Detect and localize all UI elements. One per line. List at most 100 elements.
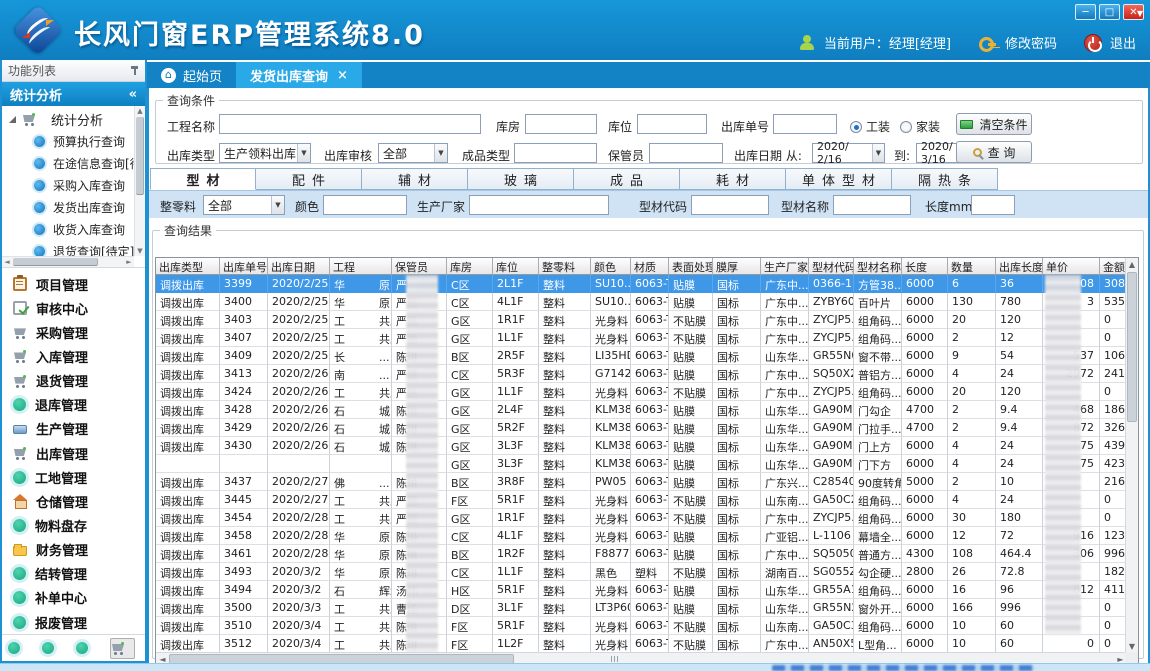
- column-header-保管员[interactable]: 保管员: [392, 258, 447, 275]
- sidebar-item-物料盘存[interactable]: 物料盘存: [2, 513, 145, 537]
- outbound-order-input[interactable]: [773, 114, 837, 134]
- outbound-type-combo[interactable]: 生产领料出库▼: [219, 143, 311, 163]
- product-type-input[interactable]: [514, 143, 597, 163]
- table-row[interactable]: 调拨出库34132020/2/26南...严思C区5R3F整料G71422606…: [156, 365, 1127, 383]
- project-name-input[interactable]: [219, 114, 481, 134]
- column-header-长度[interactable]: 长度: [902, 258, 948, 275]
- sidebar-item-退库管理[interactable]: 退库管理: [2, 393, 145, 417]
- sidebar-item-报废管理[interactable]: 报废管理: [2, 610, 145, 634]
- color-input[interactable]: [323, 195, 407, 215]
- table-row[interactable]: 调拨出库34242020/2/26工共工程严思G区1L1F整料光身料6063-T…: [156, 383, 1127, 401]
- warehouse-input[interactable]: [525, 114, 597, 134]
- tree-item-发货出库查询[interactable]: 发货出库查询: [2, 196, 134, 218]
- material-tab-耗材[interactable]: 耗材: [680, 168, 786, 190]
- material-tab-成品[interactable]: 成品: [574, 168, 680, 190]
- table-row[interactable]: 调拨出库34282020/2/26石城陈琳G区2L4F整料KLM38176063…: [156, 401, 1127, 419]
- table-row[interactable]: 调拨出库34372020/2/27佛...陈琳B区3R8F整料PW056063-…: [156, 473, 1127, 491]
- clear-conditions-button[interactable]: 清空条件: [956, 113, 1032, 135]
- table-row[interactable]: 调拨出库34072020/2/25工共工程严思G区1L1F整料光身料6063-T…: [156, 329, 1127, 347]
- outbound-audit-combo[interactable]: 全部▼: [378, 143, 448, 163]
- table-row[interactable]: 调拨出库34582020/2/28华原...陈琳C区4L1F整料光身料6063-…: [156, 527, 1127, 545]
- table-row[interactable]: 调拨出库34032020/2/25工共工程严思G区1R1F整料光身料6063-T…: [156, 311, 1127, 329]
- radio-jiazhuang[interactable]: 家装: [900, 118, 940, 135]
- table-row[interactable]: 调拨出库34942020/3/2石辉城汤伟H区5R1F整料光身料6063-T5贴…: [156, 581, 1127, 599]
- scrollbar-thumb[interactable]: [1127, 272, 1137, 422]
- tree-item-退货查询[待定][interactable]: 退货查询[待定]: [2, 240, 134, 256]
- table-row[interactable]: 调拨出库34612020/2/28华原...陈琳B区1R2F整料F8877FT6…: [156, 545, 1127, 563]
- material-tab-型材[interactable]: 型材: [150, 168, 256, 190]
- column-header-库房[interactable]: 库房: [447, 258, 493, 275]
- table-row[interactable]: 调拨出库34092020/2/25长...陈琳B区2R5F整料LI35HD606…: [156, 347, 1127, 365]
- logout-link[interactable]: 退出: [1110, 33, 1136, 52]
- column-header-出库类型[interactable]: 出库类型: [156, 258, 220, 275]
- scroll-up-icon[interactable]: ▲: [1126, 258, 1138, 271]
- table-row[interactable]: G区3L3F整料KLM38176063-T5贴膜国标山东华...GA90M09.…: [156, 455, 1127, 473]
- column-header-型材代码[interactable]: 型材代码: [809, 258, 854, 275]
- column-header-出库单号[interactable]: 出库单号: [220, 258, 268, 275]
- column-header-整零料[interactable]: 整零料: [539, 258, 591, 275]
- close-tab-icon[interactable]: ×: [337, 68, 348, 83]
- column-header-生产厂家[interactable]: 生产厂家: [761, 258, 809, 275]
- tree-item-收货入库查询[interactable]: 收货入库查询: [2, 218, 134, 240]
- column-header-型材名称[interactable]: 型材名称: [854, 258, 902, 275]
- table-row[interactable]: 调拨出库34302020/2/26石城陈琳G区3L3F整料KLM38176063…: [156, 437, 1127, 455]
- scroll-down-icon[interactable]: ▼: [135, 246, 145, 256]
- sidebar-item-退货管理[interactable]: 退货管理: [2, 369, 145, 393]
- radio-gongzhuang[interactable]: 工装: [850, 118, 890, 135]
- material-tab-隔热条[interactable]: 隔热条: [892, 168, 998, 190]
- module-dot-button[interactable]: [8, 642, 20, 654]
- material-tab-配件[interactable]: 配件: [256, 168, 362, 190]
- sidebar-item-财务管理[interactable]: 财务管理: [2, 538, 145, 562]
- sidebar-item-出库管理[interactable]: 出库管理: [2, 441, 145, 465]
- minimize-button[interactable]: ─: [1075, 4, 1096, 20]
- pin-icon[interactable]: [130, 65, 139, 76]
- scrollbar-thumb[interactable]: [136, 117, 144, 195]
- sidebar-item-入库管理[interactable]: 入库管理: [2, 344, 145, 368]
- column-header-颜色[interactable]: 颜色: [591, 258, 631, 275]
- scroll-left-icon[interactable]: ◄: [2, 257, 12, 268]
- location-input[interactable]: [637, 114, 707, 134]
- tab-list-dropdown-icon[interactable]: ▼: [1137, 9, 1143, 18]
- column-header-材质[interactable]: 材质: [631, 258, 669, 275]
- change-password-link[interactable]: 修改密码: [1005, 33, 1057, 52]
- table-row[interactable]: 调拨出库34542020/2/28工共工程严思G区1R1F整料光身料6063-T…: [156, 509, 1127, 527]
- sidebar-item-项目管理[interactable]: 项目管理: [2, 272, 145, 296]
- scroll-right-icon[interactable]: ►: [124, 257, 134, 268]
- whole-part-combo[interactable]: 全部▼: [203, 195, 285, 215]
- tree-root-item[interactable]: 统计分析: [2, 108, 134, 130]
- tree-item-预算执行查询[interactable]: 预算执行查询: [2, 130, 134, 152]
- profile-code-input[interactable]: [691, 195, 769, 215]
- collapse-icon[interactable]: «: [129, 87, 137, 102]
- table-row[interactable]: 调拨出库35102020/3/4工共工程陈琳F区5R1F整料光身料6063-T5…: [156, 617, 1127, 635]
- sidebar-item-结转管理[interactable]: 结转管理: [2, 562, 145, 586]
- grid-vertical-scrollbar[interactable]: ▲ ▼: [1125, 258, 1138, 653]
- column-header-表面处理[interactable]: 表面处理: [669, 258, 713, 275]
- module-dot-button[interactable]: [76, 642, 88, 654]
- length-input[interactable]: [971, 195, 1015, 215]
- module-dot-button[interactable]: [42, 642, 54, 654]
- search-button[interactable]: 查 询: [956, 141, 1032, 163]
- date-from-picker[interactable]: 2020/ 2/16▼: [812, 143, 885, 163]
- sidebar-item-工地管理[interactable]: 工地管理: [2, 465, 145, 489]
- table-row[interactable]: 调拨出库34452020/2/27工共工程严思F区5R1F整料光身料6063-T…: [156, 491, 1127, 509]
- column-header-工程[interactable]: 工程: [330, 258, 392, 275]
- tab-home[interactable]: ⌂ 起始页: [147, 62, 236, 88]
- maximize-button[interactable]: □: [1099, 4, 1120, 20]
- table-row[interactable]: 调拨出库35122020/3/4工共工程陈琳F区1L2F整料光身料6063-T5…: [156, 635, 1127, 653]
- column-header-出库长度[interactable]: 出库长度: [996, 258, 1043, 275]
- sidebar-item-生产管理[interactable]: 生产管理: [2, 417, 145, 441]
- tree-vertical-scrollbar[interactable]: ▲ ▼: [134, 106, 145, 256]
- scroll-up-icon[interactable]: ▲: [135, 106, 145, 116]
- profile-name-input[interactable]: [833, 195, 911, 215]
- sidebar-item-采购管理[interactable]: 采购管理: [2, 320, 145, 344]
- material-tab-玻璃[interactable]: 玻璃: [468, 168, 574, 190]
- tree-item-采购入库查询[interactable]: 采购入库查询: [2, 174, 134, 196]
- column-header-库位[interactable]: 库位: [493, 258, 539, 275]
- tree-item-在途信息查询[待[interactable]: 在途信息查询[待: [2, 152, 134, 174]
- material-tab-单体型材[interactable]: 单体型材: [786, 168, 892, 190]
- table-row[interactable]: 调拨出库34932020/3/2华原...陈琳C区1L1F整料黑色塑料不贴膜国标…: [156, 563, 1127, 581]
- sidebar-item-仓储管理[interactable]: 仓储管理: [2, 489, 145, 513]
- table-row[interactable]: 调拨出库33992020/2/25华原...严思C区2L1F整料SU10...6…: [156, 275, 1127, 293]
- column-header-出库日期[interactable]: 出库日期: [268, 258, 330, 275]
- cart-module-button[interactable]: [110, 638, 135, 659]
